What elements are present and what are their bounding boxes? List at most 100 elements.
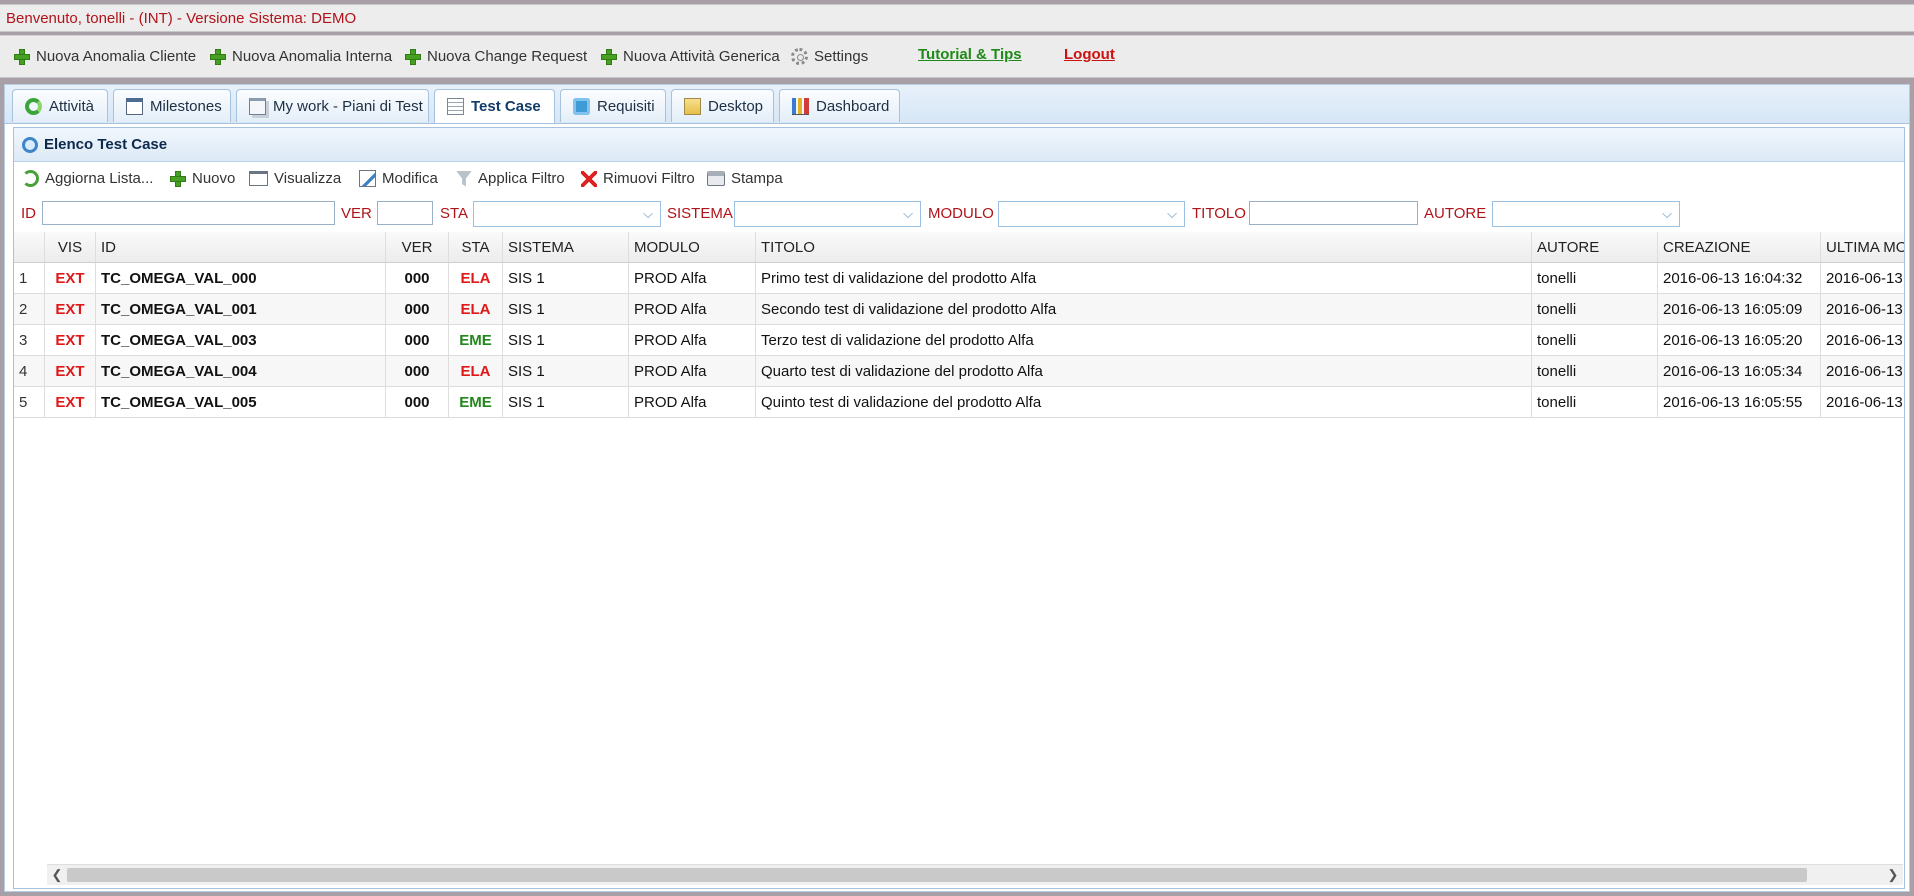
- sistema-cell: SIS 1: [503, 356, 629, 386]
- tutorial-tips-link[interactable]: Tutorial & Tips: [918, 46, 1022, 63]
- aggiorna-lista-label: Aggiorna Lista...: [45, 170, 154, 187]
- stampa-label: Stampa: [731, 170, 783, 187]
- rimuovi-filtro-label: Rimuovi Filtro: [603, 170, 695, 187]
- nuovo-button[interactable]: Nuovo: [170, 170, 235, 187]
- modulo-cell: PROD Alfa: [629, 387, 756, 417]
- col-titolo-header[interactable]: TITOLO: [756, 232, 1532, 262]
- id-cell: TC_OMEGA_VAL_001: [96, 294, 386, 324]
- ver-cell: 000: [386, 325, 449, 355]
- table-row[interactable]: 2 EXT TC_OMEGA_VAL_001 000 ELA SIS 1 PRO…: [14, 294, 1904, 325]
- filter-titolo-label: TITOLO: [1192, 205, 1246, 222]
- tab-label: Milestones: [150, 97, 222, 115]
- ultima-mod-cell: 2016-06-13: [1826, 362, 1903, 380]
- tab-desktop[interactable]: Desktop: [671, 89, 774, 122]
- applica-filtro-button[interactable]: Applica Filtro: [456, 170, 565, 187]
- ver-cell: 000: [386, 263, 449, 293]
- visualizza-button[interactable]: Visualizza: [249, 170, 341, 187]
- sta-cell: EME: [449, 387, 503, 417]
- filter-id-label: ID: [21, 205, 36, 222]
- plus-icon: [14, 48, 30, 65]
- chevron-down-icon: ⌵: [1662, 206, 1672, 221]
- autore-cell: tonelli: [1532, 325, 1658, 355]
- filter-ver-input[interactable]: [377, 201, 433, 225]
- scroll-right-icon[interactable]: ❯: [1884, 866, 1902, 884]
- row-number: 2: [14, 294, 45, 324]
- filter-sistema-select[interactable]: ⌵: [734, 201, 921, 227]
- creazione-cell: 2016-06-13 16:05:20: [1658, 325, 1821, 355]
- col-vis-header[interactable]: VIS: [45, 232, 96, 262]
- filter-modulo-select[interactable]: ⌵: [998, 201, 1185, 227]
- col-sistema-header[interactable]: SISTEMA: [503, 232, 629, 262]
- settings-label: Settings: [814, 48, 869, 65]
- logout-link[interactable]: Logout: [1064, 46, 1115, 63]
- col-ultima-mod-header[interactable]: ULTIMA MOD: [1821, 232, 1904, 262]
- scrollbar-thumb[interactable]: [67, 868, 1807, 882]
- modulo-cell: PROD Alfa: [629, 263, 756, 293]
- puzzle-icon: [573, 97, 590, 115]
- nuova-anomalia-interna-label: Nuova Anomalia Interna: [232, 48, 393, 65]
- scroll-left-icon[interactable]: ❮: [48, 866, 66, 884]
- col-modulo-header[interactable]: MODULO: [629, 232, 756, 262]
- nuova-anomalia-cliente-button[interactable]: Nuova Anomalia Cliente: [14, 48, 196, 65]
- col-autore-header[interactable]: AUTORE: [1532, 232, 1658, 262]
- tab-my-work[interactable]: My work - Piani di Test: [236, 89, 429, 122]
- col-id-header[interactable]: ID: [96, 232, 386, 262]
- sta-cell: EME: [449, 325, 503, 355]
- tab-label: Test Case: [471, 98, 541, 115]
- id-cell: TC_OMEGA_VAL_003: [96, 325, 386, 355]
- filter-sta-select[interactable]: ⌵: [473, 201, 661, 227]
- refresh-icon: [22, 170, 39, 187]
- rimuovi-filtro-button[interactable]: Rimuovi Filtro: [581, 170, 695, 187]
- grid-header-row: VIS ID VER STA SISTEMA MODULO TITOLO AUT…: [14, 232, 1904, 263]
- test-case-list-panel: Elenco Test Case Aggiorna Lista... Nuovo…: [13, 127, 1905, 889]
- table-row[interactable]: 3 EXT TC_OMEGA_VAL_003 000 EME SIS 1 PRO…: [14, 325, 1904, 356]
- tab-requisiti[interactable]: Requisiti: [560, 89, 666, 122]
- nuova-anomalia-interna-button[interactable]: Nuova Anomalia Interna: [210, 48, 392, 65]
- chevron-down-icon: ⌵: [1167, 206, 1177, 221]
- sta-cell: ELA: [449, 263, 503, 293]
- row-number: 5: [14, 387, 45, 417]
- chevron-down-icon: ⌵: [903, 206, 913, 221]
- filter-titolo-input[interactable]: [1249, 201, 1418, 225]
- remove-filter-icon: [581, 170, 597, 187]
- horizontal-scrollbar[interactable]: ❮ ❯: [47, 864, 1903, 885]
- nuova-attivita-generica-button[interactable]: Nuova Attività Generica: [601, 48, 780, 65]
- filter-id-input[interactable]: [42, 201, 335, 225]
- sistema-cell: SIS 1: [503, 387, 629, 417]
- table-row[interactable]: 1 EXT TC_OMEGA_VAL_000 000 ELA SIS 1 PRO…: [14, 263, 1904, 294]
- aggiorna-lista-button[interactable]: Aggiorna Lista...: [22, 170, 153, 187]
- creazione-cell: 2016-06-13 16:04:32: [1658, 263, 1821, 293]
- filter-autore-select[interactable]: ⌵: [1492, 201, 1680, 227]
- settings-button[interactable]: Settings: [791, 48, 868, 65]
- autore-cell: tonelli: [1532, 356, 1658, 386]
- col-sta-header[interactable]: STA: [449, 232, 503, 262]
- table-row[interactable]: 5 EXT TC_OMEGA_VAL_005 000 EME SIS 1 PRO…: [14, 387, 1904, 418]
- col-rownum-header: [14, 232, 45, 262]
- plus-icon: [601, 48, 617, 65]
- modulo-cell: PROD Alfa: [629, 325, 756, 355]
- vis-cell: EXT: [45, 356, 96, 386]
- ver-cell: 000: [386, 387, 449, 417]
- tab-attivita[interactable]: Attività: [12, 89, 108, 122]
- titolo-cell: Secondo test di validazione del prodotto…: [756, 294, 1532, 324]
- tab-milestones[interactable]: Milestones: [113, 89, 231, 122]
- tab-label: Attività: [49, 97, 95, 115]
- bar-chart-icon: [792, 97, 809, 115]
- nuova-change-request-button[interactable]: Nuova Change Request: [405, 48, 587, 65]
- tab-test-case[interactable]: Test Case: [434, 89, 555, 123]
- row-number: 3: [14, 325, 45, 355]
- stampa-button[interactable]: Stampa: [707, 170, 783, 187]
- autore-cell: tonelli: [1532, 263, 1658, 293]
- ver-cell: 000: [386, 356, 449, 386]
- modifica-button[interactable]: Modifica: [359, 170, 438, 187]
- tab-dashboard[interactable]: Dashboard: [779, 89, 900, 122]
- magnifier-icon: [22, 136, 38, 153]
- id-cell: TC_OMEGA_VAL_000: [96, 263, 386, 293]
- global-action-bar: Nuova Anomalia Cliente Nuova Anomalia In…: [0, 35, 1914, 78]
- table-row[interactable]: 4 EXT TC_OMEGA_VAL_004 000 ELA SIS 1 PRO…: [14, 356, 1904, 387]
- nuova-change-request-label: Nuova Change Request: [427, 48, 588, 65]
- col-ver-header[interactable]: VER: [386, 232, 449, 262]
- sistema-cell: SIS 1: [503, 325, 629, 355]
- welcome-bar: Benvenuto, tonelli - (INT) - Versione Si…: [0, 4, 1914, 32]
- col-creazione-header[interactable]: CREAZIONE: [1658, 232, 1821, 262]
